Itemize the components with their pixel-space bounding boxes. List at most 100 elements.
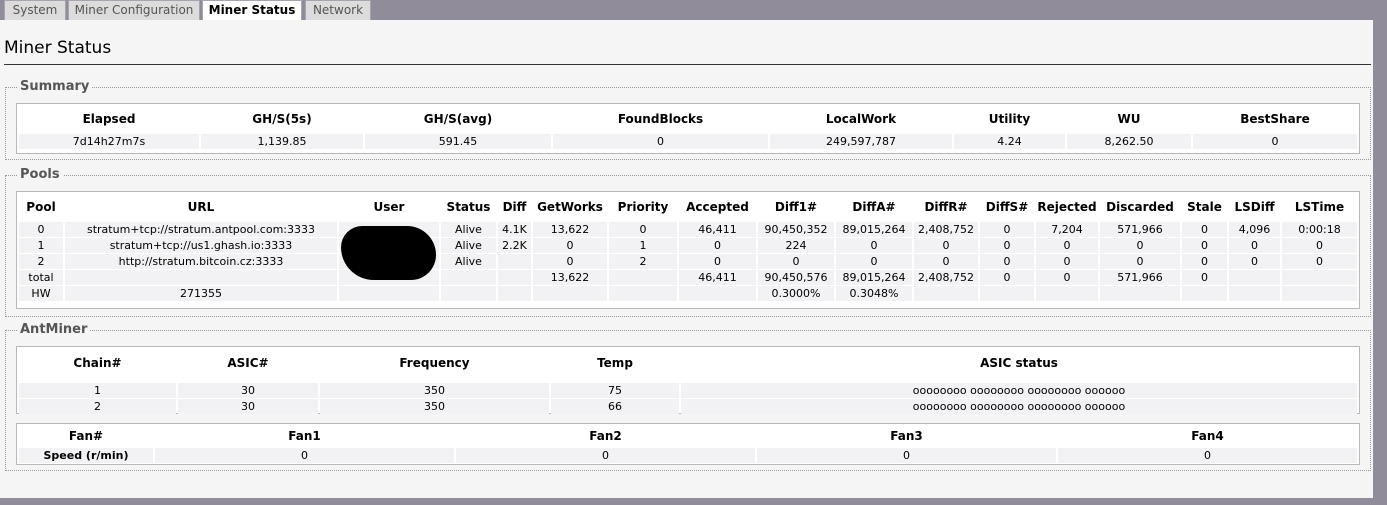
pool-cell: 571,966 [1100,222,1180,237]
pool-cell: 0 [1182,222,1227,237]
pool-cell: 89,015,264 [836,270,912,285]
tab-network[interactable]: Network [305,0,371,20]
pool-cell [441,286,496,301]
pool-cell [1100,286,1180,301]
pool-cell [1036,286,1098,301]
pool-cell [609,270,677,285]
fan-speed-cell: 0 [757,448,1056,463]
pools-body: 0 stratum+tcp://stratum.antpool.com:3333 A… [19,222,1357,301]
pools-header-row: Pool URL User Status Diff GetWorks Prior… [19,193,1357,221]
asic-status-cell: oooooooo oooooooo oooooooo oooooo [681,399,1357,414]
pool-cell [1229,270,1280,285]
fan-header: Fan2 [589,429,622,443]
pool-cell [679,286,756,301]
summary-table: Elapsed GH/S(5s) GH/S(avg) FoundBlocks L… [17,104,1359,150]
summary-header: BestShare [1240,112,1310,126]
pool-cell: 0 [1229,254,1280,269]
summary-header: GH/S(5s) [252,112,312,126]
pools-header: Stale [1187,200,1222,214]
pool-cell: 0 [1100,238,1180,253]
pool-cell: 13,622 [533,270,607,285]
summary-header: FoundBlocks [617,112,704,126]
pools-header: DiffR# [924,200,968,214]
fan-header-row: Fan# Fan1 Fan2 Fan3 Fan4 [19,425,1357,447]
pool-cell: 0 [758,254,834,269]
chain-cell: 30 [178,399,318,414]
chain-header: ASIC status [980,356,1058,370]
fan-speed-cell: 0 [456,448,755,463]
page-title: Miner Status [4,38,112,58]
pools-header: DiffS# [985,200,1029,214]
pools-header: Priority [617,200,669,214]
fan-table: Fan# Fan1 Fan2 Fan3 Fan4 Speed (r/min) 0… [17,424,1359,464]
pool-cell: 0 [1182,238,1227,253]
pool-cell: 0 [533,238,607,253]
pools-legend: Pools [17,167,63,182]
pool-cell [1282,286,1357,301]
pool-cell [1282,270,1357,285]
pools-header: Status [446,200,491,214]
tab-miner-configuration[interactable]: Miner Configuration [68,0,200,20]
summary-cell: 0 [1193,134,1357,149]
pool-cell: 0 [679,254,756,269]
pool-cell: 0 [980,238,1034,253]
pool-cell: http://stratum.bitcoin.cz:3333 [65,254,337,269]
pool-cell: 0 [980,222,1034,237]
pool-cell [498,254,531,269]
pools-header: LSTime [1294,200,1345,214]
pool-row: 0 stratum+tcp://stratum.antpool.com:3333 A… [19,222,1357,237]
pool-cell: 0 [1282,238,1357,253]
pool-cell: 0 [1182,270,1227,285]
pool-cell: 0 [679,238,756,253]
summary-cell: 0 [553,134,768,149]
summary-legend: Summary [17,79,93,94]
pool-cell: Alive [441,254,496,269]
fan-header: Fan4 [1191,429,1224,443]
chain-header-row: Chain# ASIC# Frequency Temp ASIC status [19,348,1357,378]
summary-cell: 7d14h27m7s [19,134,199,149]
pool-cell: Alive [441,238,496,253]
antminer-legend: AntMiner [17,322,91,337]
chain-header: Temp [597,356,633,370]
pool-cell: 2,408,752 [914,222,978,237]
pool-cell: 2.2K [498,238,531,253]
pool-cell [533,286,607,301]
fan-speed-cell: 0 [1058,448,1357,463]
fan-speed-row: Speed (r/min) 0 0 0 0 [19,448,1357,463]
pool-cell: 271355 [65,286,337,301]
pool-cell: 0 [1036,254,1098,269]
chain-table: Chain# ASIC# Frequency Temp ASIC status … [17,347,1359,415]
pool-row: HW 271355 0.3000% 0.3048% [19,286,1357,301]
summary-header: WU [1117,112,1141,126]
chain-cell: 2 [19,399,176,414]
chain-cell: 30 [178,383,318,398]
pool-cell: 0 [914,254,978,269]
summary-row: 7d14h27m7s 1,139.85 591.45 0 249,597,787… [19,134,1357,149]
summary-panel: Elapsed GH/S(5s) GH/S(avg) FoundBlocks L… [16,103,1360,154]
pool-cell [441,270,496,285]
pool-cell: 4.1K [498,222,531,237]
summary-cell: 249,597,787 [770,134,952,149]
summary-cell: 591.45 [365,134,551,149]
pool-cell: 224 [758,238,834,253]
fan-header: Fan3 [890,429,923,443]
pool-cell [339,286,439,301]
redacted-user-mark [341,226,436,280]
pool-cell [498,286,531,301]
pool-cell: 13,622 [533,222,607,237]
pools-header: Diff1# [774,200,818,214]
pool-cell: 0 [19,222,63,237]
tab-miner-status[interactable]: Miner Status [202,0,302,20]
summary-header: Elapsed [82,112,136,126]
pools-header: LSDiff [1234,200,1275,214]
pool-cell: 0 [836,238,912,253]
pools-header: Rejected [1037,200,1097,214]
fan-panel: Fan# Fan1 Fan2 Fan3 Fan4 Speed (r/min) 0… [16,423,1360,465]
pool-cell: 90,450,576 [758,270,834,285]
tab-system[interactable]: System [4,0,66,20]
pool-cell: 46,411 [679,270,756,285]
pool-cell: stratum+tcp://stratum.antpool.com:3333 [65,222,337,237]
pool-cell: 0 [1100,254,1180,269]
pool-cell: 0:00:18 [1282,222,1357,237]
pools-header: Accepted [686,200,749,214]
